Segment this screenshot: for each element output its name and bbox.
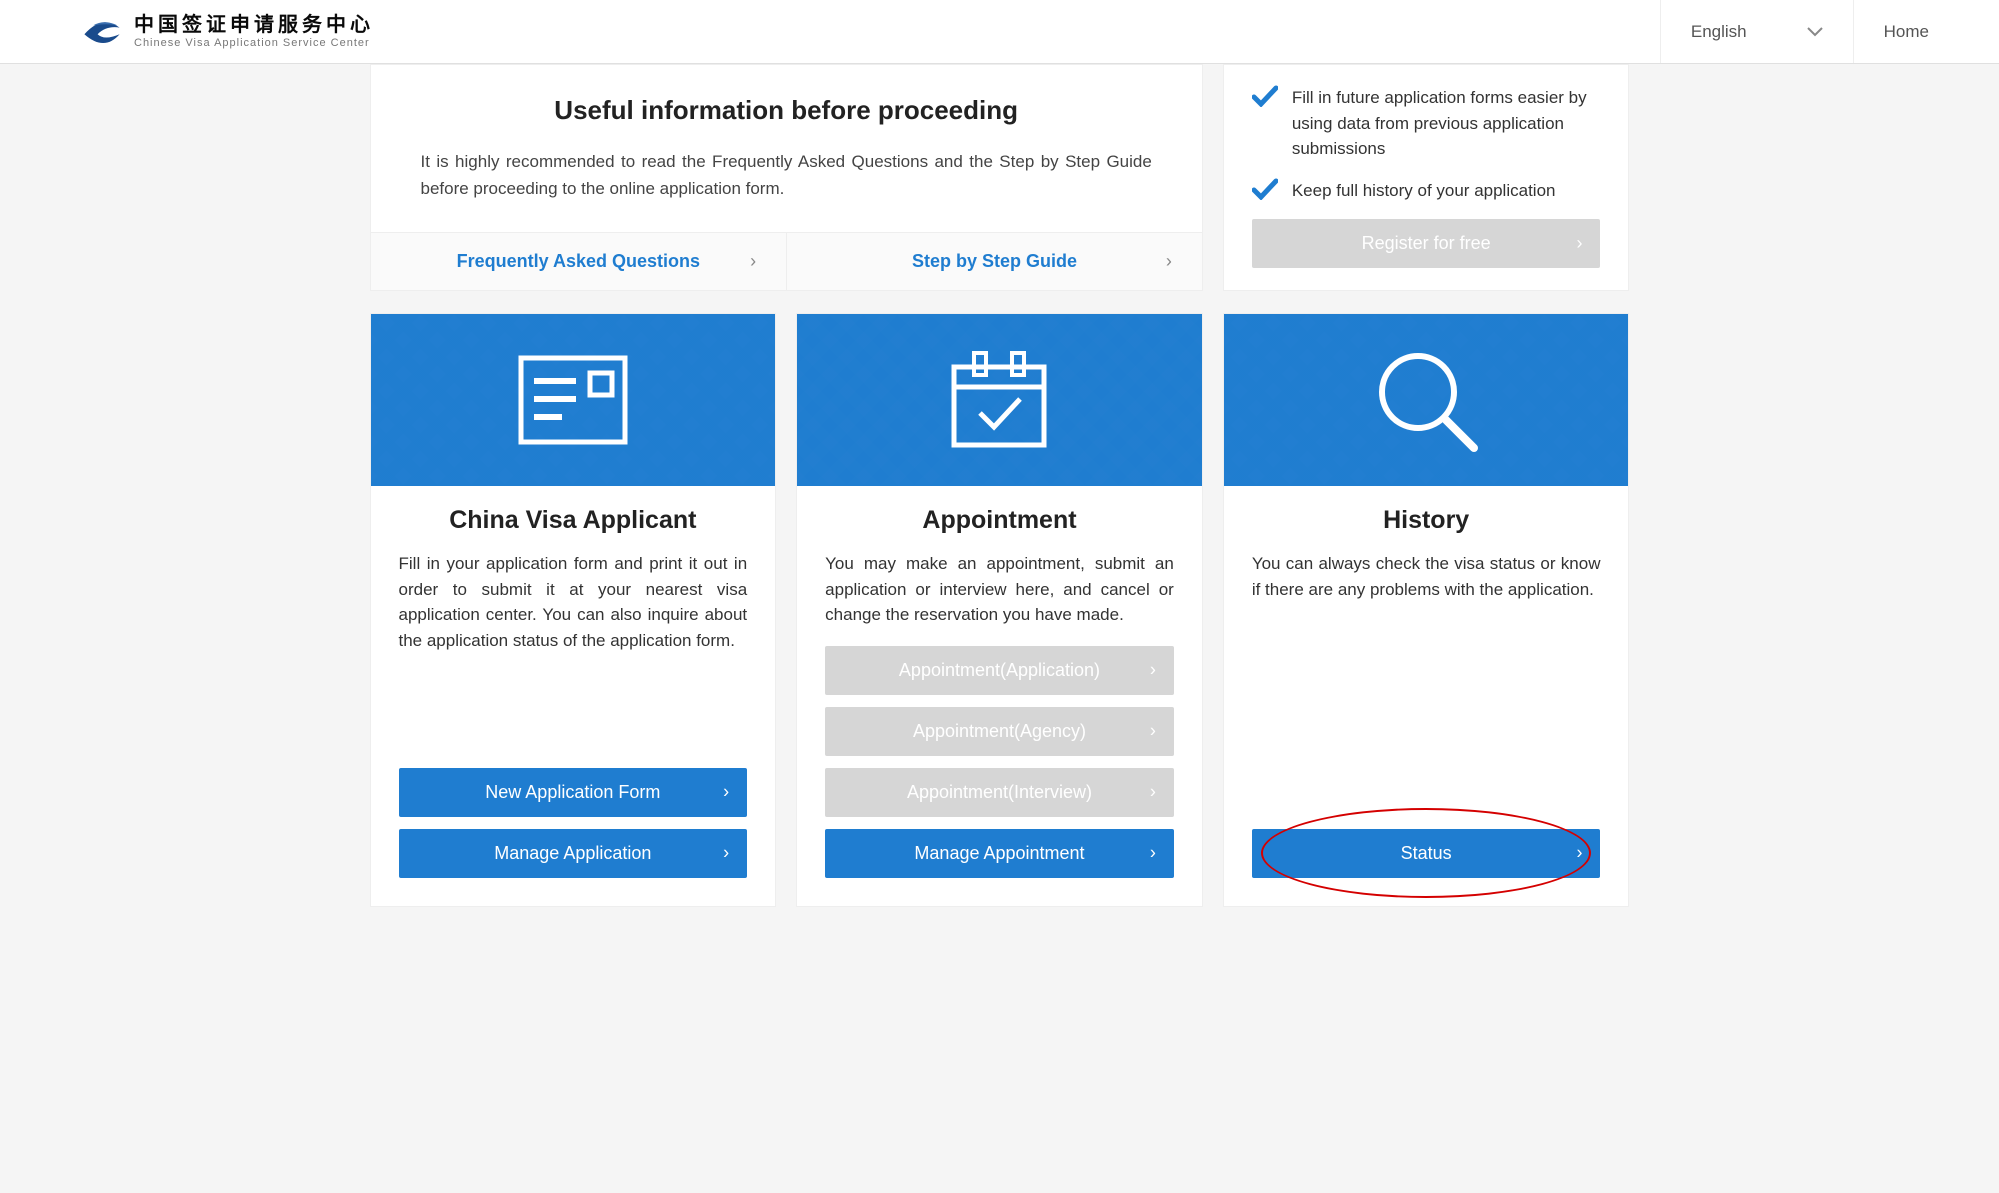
manage-appointment-button[interactable]: Manage Appointment›: [825, 829, 1174, 878]
chevron-right-icon: ›: [723, 843, 729, 864]
card-title: China Visa Applicant: [399, 506, 748, 535]
logo-title-cn: 中国签证申请服务中心: [134, 13, 374, 37]
appointment-application-button[interactable]: Appointment(Application)›: [825, 646, 1174, 695]
language-selector[interactable]: English: [1660, 0, 1854, 63]
home-link[interactable]: Home: [1854, 22, 1959, 42]
register-button[interactable]: Register for free ›: [1252, 219, 1601, 268]
card-hero: [797, 314, 1202, 486]
check-icon: [1252, 178, 1278, 200]
chevron-right-icon: ›: [750, 251, 756, 272]
manage-application-button[interactable]: Manage Application›: [399, 829, 748, 878]
search-icon: [1366, 340, 1486, 460]
status-button[interactable]: Status›: [1252, 829, 1601, 878]
guide-link[interactable]: Step by Step Guide ›: [786, 233, 1202, 290]
benefit-item: Keep full history of your application: [1252, 178, 1601, 204]
chevron-right-icon: ›: [1150, 721, 1156, 742]
chevron-right-icon: ›: [1150, 843, 1156, 864]
card-hero: [371, 314, 776, 486]
site-logo[interactable]: 中国签证申请服务中心 Chinese Visa Application Serv…: [80, 10, 374, 54]
card-text: Fill in your application form and print …: [399, 551, 748, 653]
info-panel: Useful information before proceeding It …: [370, 64, 1203, 291]
appointment-interview-button[interactable]: Appointment(Interview)›: [825, 768, 1174, 817]
appointment-agency-button[interactable]: Appointment(Agency)›: [825, 707, 1174, 756]
history-card: History You can always check the visa st…: [1223, 313, 1630, 907]
card-title: Appointment: [825, 506, 1174, 535]
appointment-card: Appointment You may make an appointment,…: [796, 313, 1203, 907]
logo-title-en: Chinese Visa Application Service Center: [134, 37, 374, 50]
chevron-right-icon: ›: [1150, 782, 1156, 803]
benefit-item: Fill in future application forms easier …: [1252, 85, 1601, 162]
info-text: It is highly recommended to read the Fre…: [421, 148, 1152, 202]
new-application-button[interactable]: New Application Form›: [399, 768, 748, 817]
card-text: You may make an appointment, submit an a…: [825, 551, 1174, 628]
applicant-card: China Visa Applicant Fill in your applic…: [370, 313, 777, 907]
chevron-right-icon: ›: [1166, 251, 1172, 272]
chevron-right-icon: ›: [1576, 233, 1582, 254]
faq-link[interactable]: Frequently Asked Questions ›: [371, 233, 787, 290]
register-panel: Fill in future application forms easier …: [1223, 64, 1630, 291]
check-icon: [1252, 85, 1278, 107]
chevron-right-icon: ›: [1150, 660, 1156, 681]
calendar-icon: [944, 345, 1054, 455]
logo-icon: [80, 10, 124, 54]
site-header: 中国签证申请服务中心 Chinese Visa Application Serv…: [0, 0, 1999, 64]
chevron-down-icon: [1807, 27, 1823, 37]
card-title: History: [1252, 506, 1601, 535]
info-title: Useful information before proceeding: [421, 95, 1152, 126]
form-icon: [518, 355, 628, 445]
card-text: You can always check the visa status or …: [1252, 551, 1601, 602]
card-hero: [1224, 314, 1629, 486]
chevron-right-icon: ›: [1576, 843, 1582, 864]
chevron-right-icon: ›: [723, 782, 729, 803]
language-label: English: [1691, 22, 1747, 42]
